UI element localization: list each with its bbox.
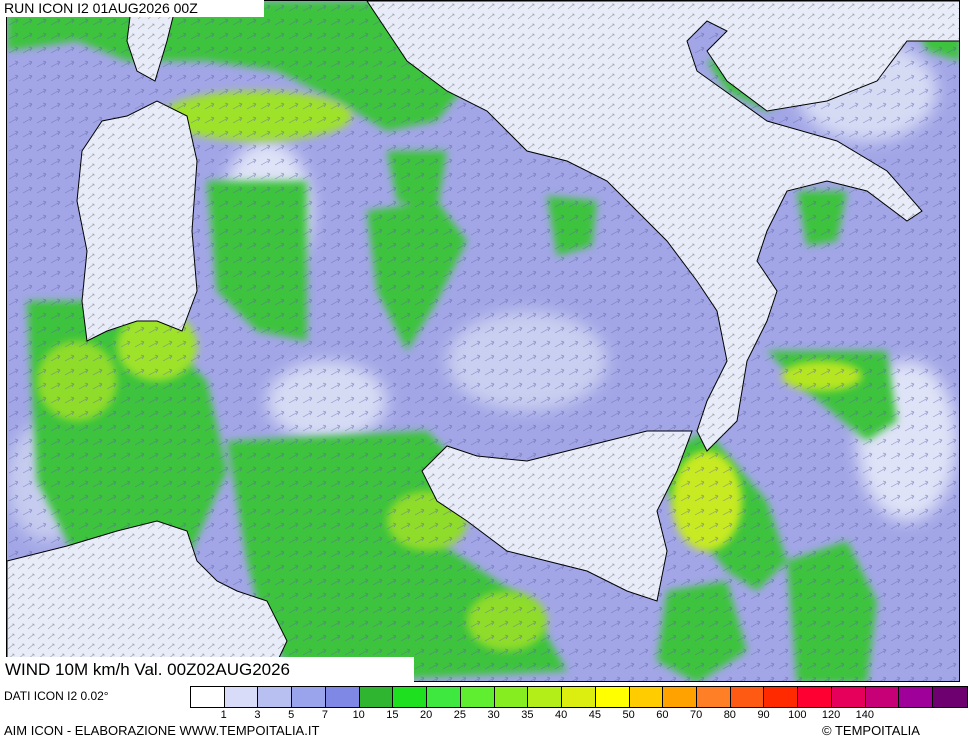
color-scale-cell <box>697 687 731 707</box>
color-scale-cell <box>528 687 563 707</box>
color-scale-cell <box>460 687 495 707</box>
color-scale-cell <box>224 687 259 707</box>
color-scale-cell <box>191 687 225 707</box>
color-scale-cell <box>359 687 394 707</box>
color-scale-tick-label: 140 <box>855 709 874 721</box>
color-scale-tick-label: 3 <box>254 709 261 721</box>
wind-map <box>6 0 960 682</box>
color-scale-tick-label: 7 <box>321 709 329 721</box>
color-scale-tick-label: 5 <box>288 709 295 721</box>
source-label: DATI ICON I2 0.02° <box>4 689 109 703</box>
color-scale-cell <box>764 687 799 707</box>
color-scale-cell <box>865 687 900 707</box>
color-scale-tick-label: 10 <box>352 709 365 721</box>
color-scale-tick-label: 120 <box>821 709 841 721</box>
color-scale-tick-label: 35 <box>521 709 534 721</box>
color-scale-cell <box>899 687 934 707</box>
color-scale-cell <box>494 687 529 707</box>
color-scale-cell <box>663 687 698 707</box>
color-scale-tick-label: 25 <box>453 709 467 721</box>
color-scale-cell <box>258 687 293 707</box>
color-scale-cell <box>831 687 866 707</box>
color-scale-tick-label: 40 <box>555 709 568 721</box>
run-label: RUN ICON I2 01AUG2026 00Z <box>0 0 264 17</box>
color-scale-cell <box>629 687 664 707</box>
color-scale-cell <box>730 687 765 707</box>
color-scale-cell <box>427 687 461 707</box>
color-scale-tick-label: 100 <box>788 709 807 721</box>
color-scale-cell <box>798 687 832 707</box>
color-scale-tick-label: 60 <box>656 709 669 721</box>
color-scale-cell <box>393 687 428 707</box>
color-scale-tick-label: 50 <box>622 709 635 721</box>
color-scale-tick-label: 45 <box>588 709 601 721</box>
color-scale-tick-label: 70 <box>689 709 703 721</box>
color-scale-tick-label: 15 <box>386 709 399 721</box>
copyright-label: © TEMPOITALIA <box>822 723 920 738</box>
variable-valid-label: WIND 10M km/h Val. 00Z02AUG2026 <box>0 657 414 682</box>
color-scale-tick-label: 1 <box>220 709 227 721</box>
color-scale-bar <box>190 686 968 708</box>
model-credit: AIM ICON - ELABORAZIONE WWW.TEMPOITALIA.… <box>4 723 320 738</box>
wind-map-canvas <box>7 1 959 681</box>
color-scale-tick-label: 90 <box>757 709 770 721</box>
color-scale-cell <box>292 687 326 707</box>
color-scale-ticks: 1 3 5 7 10 15 20 25 30 35 40 45 50 60 70 80 90 100 120 140 <box>190 709 966 723</box>
color-scale-cell <box>562 687 596 707</box>
color-scale-tick-label: 80 <box>723 709 736 721</box>
color-scale-tick-label: 30 <box>487 709 500 721</box>
color-scale-tick-label: 20 <box>420 709 433 721</box>
color-scale-cell <box>595 687 630 707</box>
color-scale-cell <box>933 687 967 707</box>
color-scale-cell <box>325 687 360 707</box>
